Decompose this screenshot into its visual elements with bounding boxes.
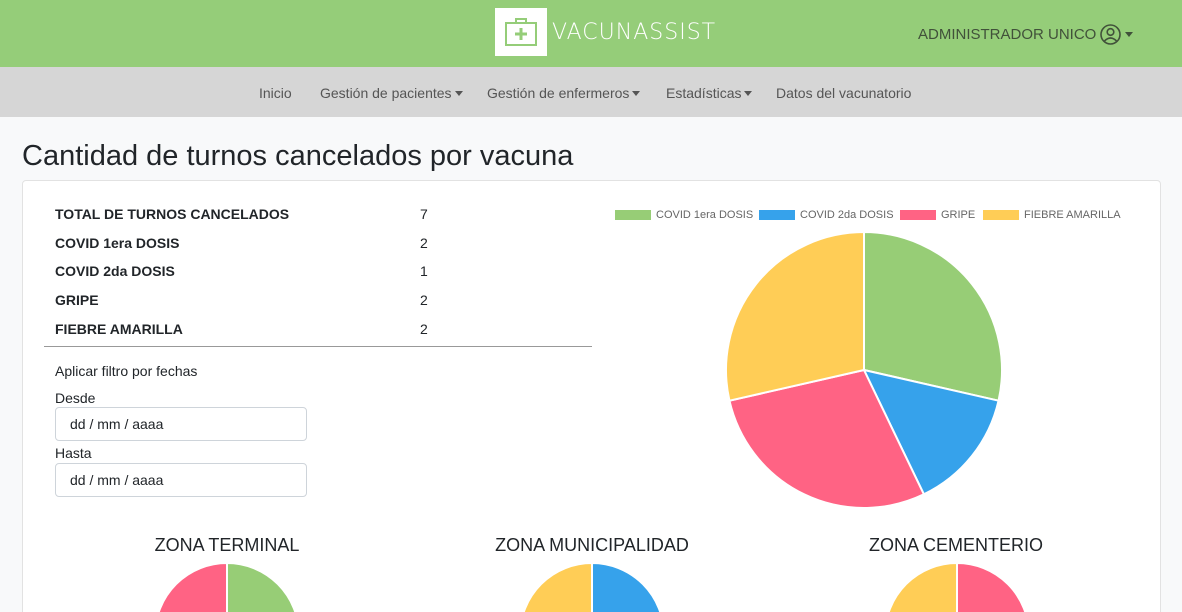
date-from-input[interactable]: dd / mm / aaaa bbox=[55, 407, 307, 441]
pie-slice-3[interactable] bbox=[725, 230, 865, 402]
legend-swatch bbox=[983, 210, 1019, 220]
filter-title: Aplicar filtro por fechas bbox=[55, 363, 198, 379]
zone-pie-cementerio[interactable] bbox=[877, 555, 1037, 612]
chevron-down-icon bbox=[632, 90, 641, 96]
legend-swatch bbox=[615, 210, 651, 220]
nav-item-gestion-enfermeros[interactable]: Gestión de enfermeros bbox=[487, 85, 641, 101]
chevron-down-icon bbox=[744, 90, 753, 96]
zone-title-terminal: ZONA TERMINAL bbox=[154, 535, 300, 555]
page-title: Cantidad de turnos cancelados por vacuna bbox=[22, 140, 574, 172]
stat-label-gripe: GRIPE bbox=[55, 292, 99, 308]
nav-item-label: Gestión de enfermeros bbox=[487, 85, 630, 101]
user-name: ADMINISTRADOR UNICO bbox=[918, 26, 1097, 43]
stat-value-total: 7 bbox=[420, 206, 428, 222]
to-label: Hasta bbox=[55, 445, 92, 461]
stat-label-covid2: COVID 2da DOSIS bbox=[55, 263, 175, 279]
topbar: VACUNASSIST ADMINISTRADOR UNICO bbox=[0, 0, 1182, 67]
chevron-down-icon bbox=[454, 90, 463, 96]
nav-item-estadisticas[interactable]: Estadísticas bbox=[666, 85, 753, 101]
stat-value-gripe: 2 bbox=[420, 292, 428, 308]
legend-swatch bbox=[900, 210, 936, 220]
navbar: Inicio Gestión de pacientes Gestión de e… bbox=[0, 67, 1182, 117]
nav-item-label: Estadísticas bbox=[666, 85, 742, 101]
nav-item-inicio[interactable]: Inicio bbox=[259, 85, 292, 101]
zone-pie-terminal[interactable] bbox=[147, 555, 307, 612]
user-circle-icon bbox=[1100, 24, 1122, 45]
stat-value-fiebre: 2 bbox=[420, 321, 428, 337]
stat-value-covid2: 1 bbox=[420, 263, 428, 279]
chevron-down-icon bbox=[1125, 32, 1134, 37]
medical-kit-icon bbox=[505, 18, 537, 46]
stat-value-covid1: 2 bbox=[420, 235, 428, 251]
user-menu[interactable]: ADMINISTRADOR UNICO bbox=[918, 24, 1134, 45]
nav-item-label: Datos del vacunatorio bbox=[776, 85, 912, 101]
nav-item-label: Gestión de pacientes bbox=[320, 85, 452, 101]
brand-name[interactable]: VACUNASSIST bbox=[552, 20, 716, 45]
zone-title-cementerio: ZONA CEMENTERIO bbox=[868, 535, 1044, 555]
nav-item-gestion-pacientes[interactable]: Gestión de pacientes bbox=[320, 85, 463, 101]
zone-title-municipalidad: ZONA MUNICIPALIDAD bbox=[495, 535, 689, 555]
stat-label-fiebre: FIEBRE AMARILLA bbox=[55, 321, 183, 337]
legend-label: FIEBRE AMARILLA bbox=[1024, 209, 1121, 221]
nav-item-label: Inicio bbox=[259, 85, 292, 101]
stat-label-total: TOTAL DE TURNOS CANCELADOS bbox=[55, 206, 290, 222]
logo[interactable] bbox=[495, 8, 547, 56]
stat-label-covid1: COVID 1era DOSIS bbox=[55, 235, 180, 251]
legend-swatch bbox=[759, 210, 795, 220]
divider bbox=[44, 346, 592, 347]
nav-item-datos-vacunatorio[interactable]: Datos del vacunatorio bbox=[776, 85, 911, 101]
vaccine-pie-chart[interactable] bbox=[714, 220, 1014, 520]
date-to-input[interactable]: dd / mm / aaaa bbox=[55, 463, 307, 497]
zone-pie-municipalidad[interactable] bbox=[512, 555, 672, 612]
from-label: Desde bbox=[55, 390, 96, 406]
